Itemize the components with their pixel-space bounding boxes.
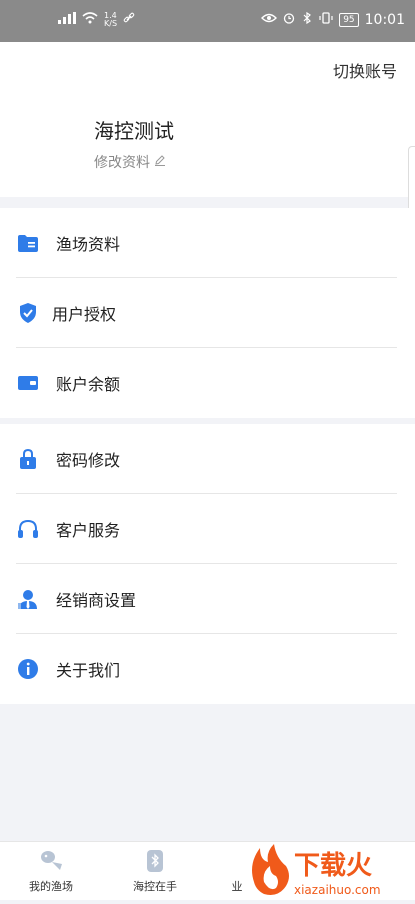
tab-haikong-in-hand[interactable]: 海控在手 — [110, 848, 200, 894]
battery-indicator: 95 — [339, 13, 359, 27]
bluetooth-device-icon — [142, 848, 168, 874]
wifi-icon — [82, 12, 98, 28]
fish-icon — [38, 848, 64, 874]
menu-item-change-password[interactable]: 密码修改 — [0, 424, 415, 494]
network-speed: 1.4 K/S — [104, 12, 117, 28]
tab-label: 我的渔场 — [29, 880, 73, 893]
pencil-icon — [154, 154, 166, 170]
folder-icon — [16, 231, 40, 255]
eye-icon — [261, 12, 278, 28]
edit-profile-link[interactable]: 修改资料 — [94, 152, 166, 172]
menu-item-label: 用户授权 — [52, 305, 117, 324]
status-bar-right: 95 10:01 — [261, 11, 405, 28]
watermark-logo: 下载火 xiazaihuo.com — [246, 842, 415, 900]
tab-label: 业 — [231, 880, 243, 893]
vibrate-icon — [319, 12, 333, 28]
menu-item-label: 关于我们 — [56, 661, 121, 680]
network-speed-unit: K/S — [104, 19, 118, 28]
headphones-icon — [16, 517, 40, 541]
menu-item-user-authorization[interactable]: 用户授权 — [0, 278, 415, 348]
menu-item-fishery-info[interactable]: 渔场资料 — [0, 208, 415, 278]
dealer-icon — [16, 587, 40, 611]
status-bar-left: 1.4 K/S — [58, 12, 135, 28]
menu-item-account-balance[interactable]: 账户余额 — [0, 348, 415, 418]
menu-item-label: 密码修改 — [56, 451, 121, 470]
menu-group-1: 渔场资料 用户授权 账户余额 — [0, 208, 415, 418]
alarm-icon — [283, 12, 295, 28]
menu-item-label: 账户余额 — [56, 375, 121, 394]
clock: 10:01 — [364, 12, 405, 28]
menu-item-label: 渔场资料 — [56, 235, 121, 254]
edit-profile-label: 修改资料 — [94, 155, 150, 171]
tab-label: 海控在手 — [133, 880, 177, 893]
svg-text:下载火: 下载火 — [294, 851, 372, 881]
menu-item-customer-service[interactable]: 客户服务 — [0, 494, 415, 564]
tab-my-fishery[interactable]: 我的渔场 — [6, 848, 96, 894]
shield-check-icon — [16, 301, 40, 325]
svg-text:xiazaihuo.com: xiazaihuo.com — [294, 883, 381, 897]
wallet-icon — [16, 371, 40, 395]
bluetooth-icon — [301, 11, 313, 28]
profile-header: 切换账号 海控测试 修改资料 — [0, 42, 415, 197]
lock-icon — [16, 447, 40, 471]
menu-item-about-us[interactable]: 关于我们 — [0, 634, 415, 704]
switch-account-button[interactable]: 切换账号 — [333, 58, 397, 82]
menu-item-label: 经销商设置 — [56, 591, 137, 610]
menu-group-2: 密码修改 客户服务 经销商设置 关于我们 — [0, 424, 415, 704]
link-icon — [123, 12, 135, 28]
profile-name: 海控测试 — [94, 119, 174, 143]
status-bar: 1.4 K/S 95 10:01 — [0, 0, 415, 42]
signal-icon — [58, 12, 76, 28]
menu-item-label: 客户服务 — [56, 521, 121, 540]
menu-item-dealer-settings[interactable]: 经销商设置 — [0, 564, 415, 634]
info-icon — [16, 657, 40, 681]
